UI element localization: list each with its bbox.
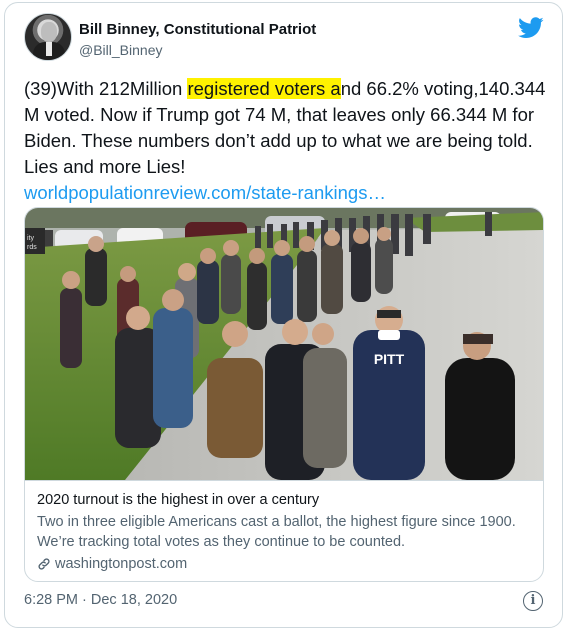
twitter-bird-icon[interactable] <box>518 17 544 39</box>
tweet-text-start: (39)With 212Million <box>24 78 188 99</box>
card-domain-text[interactable]: washingtonpost.com <box>55 554 187 574</box>
svg-text:ity: ity <box>27 235 35 242</box>
card-title[interactable]: 2020 turnout is the highest in over a ce… <box>37 491 533 510</box>
tweet-link[interactable]: worldpopulationreview.com/state-rankings… <box>24 182 386 203</box>
avatar[interactable] <box>24 13 72 61</box>
card-domain[interactable]: washingtonpost.com <box>37 554 533 574</box>
tweet-text: (39)With 212Million registered voters an… <box>24 76 549 206</box>
avatar-face <box>41 22 57 42</box>
author-handle[interactable]: @Bill_Binney <box>79 42 162 58</box>
author-name[interactable]: Bill Binney, Constitutional Patriot <box>79 21 316 38</box>
svg-text:rds: rds <box>27 244 37 251</box>
tweet-embed: Bill Binney, Constitutional Patriot @Bil… <box>4 2 563 628</box>
info-icon[interactable]: i <box>523 591 543 611</box>
card-body[interactable]: 2020 turnout is the highest in over a ce… <box>25 480 543 581</box>
card-photo[interactable]: PITT ity rds <box>25 208 543 480</box>
card-description: Two in three eligible Americans cast a b… <box>37 514 516 550</box>
link-icon <box>38 558 50 570</box>
avatar-shirt <box>46 42 52 56</box>
voters-line-photo: PITT ity rds <box>25 208 543 480</box>
highlighted-text: registered voters a <box>187 78 341 99</box>
sweatshirt-text: PITT <box>374 351 405 367</box>
link-card[interactable]: PITT ity rds 2020 turnout is the highest… <box>24 207 544 582</box>
tweet-timestamp[interactable]: 6:28 PM · Dec 18, 2020 <box>24 592 177 608</box>
